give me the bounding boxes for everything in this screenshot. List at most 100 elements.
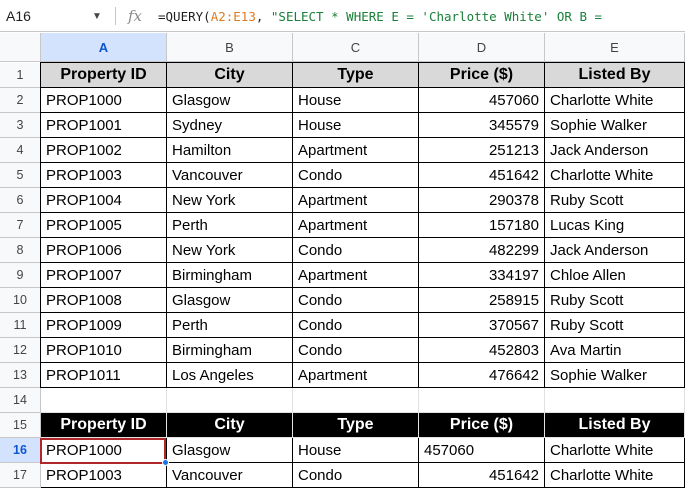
empty-cell[interactable]: [419, 388, 545, 413]
table-header-cell[interactable]: Property ID: [41, 63, 167, 88]
table-cell[interactable]: Birmingham: [167, 338, 293, 363]
query-result-cell[interactable]: PROP1000: [41, 438, 167, 463]
table-cell[interactable]: PROP1001: [41, 113, 167, 138]
table-cell[interactable]: Sophie Walker: [545, 363, 685, 388]
table-cell[interactable]: Glasgow: [167, 88, 293, 113]
table-cell[interactable]: 290378: [419, 188, 545, 213]
table-cell[interactable]: Los Angeles: [167, 363, 293, 388]
table-cell[interactable]: Vancouver: [167, 163, 293, 188]
table-header-cell[interactable]: City: [167, 63, 293, 88]
table-cell[interactable]: Glasgow: [167, 288, 293, 313]
fill-handle[interactable]: [162, 459, 169, 466]
table-cell[interactable]: Hamilton: [167, 138, 293, 163]
table-cell[interactable]: Ava Martin: [545, 338, 685, 363]
table-cell[interactable]: Ruby Scott: [545, 313, 685, 338]
row-header-17[interactable]: 17: [0, 463, 41, 488]
table-cell[interactable]: House: [293, 88, 419, 113]
table-cell[interactable]: PROP1010: [41, 338, 167, 363]
table-cell[interactable]: Sydney: [167, 113, 293, 138]
query-result-cell[interactable]: Charlotte White: [545, 438, 685, 463]
table-header-cell[interactable]: Listed By: [545, 63, 685, 88]
table-cell[interactable]: Ruby Scott: [545, 288, 685, 313]
table-cell[interactable]: PROP1006: [41, 238, 167, 263]
table-cell[interactable]: Condo: [293, 288, 419, 313]
empty-cell[interactable]: [41, 388, 167, 413]
table-cell[interactable]: 157180: [419, 213, 545, 238]
table-header-cell[interactable]: Price ($): [419, 63, 545, 88]
query-result-cell[interactable]: House: [293, 438, 419, 463]
query-result-cell[interactable]: Vancouver: [167, 463, 293, 488]
row-header-11[interactable]: 11: [0, 313, 41, 338]
table-cell[interactable]: Birmingham: [167, 263, 293, 288]
table-cell[interactable]: PROP1011: [41, 363, 167, 388]
select-all-corner[interactable]: [0, 33, 41, 62]
query-header-cell[interactable]: City: [167, 413, 293, 438]
table-cell[interactable]: Apartment: [293, 363, 419, 388]
query-result-cell[interactable]: 457060: [419, 438, 545, 463]
table-cell[interactable]: Jack Anderson: [545, 138, 685, 163]
table-cell[interactable]: Perth: [167, 313, 293, 338]
table-cell[interactable]: 451642: [419, 163, 545, 188]
table-cell[interactable]: Apartment: [293, 263, 419, 288]
table-cell[interactable]: Condo: [293, 163, 419, 188]
row-header-4[interactable]: 4: [0, 138, 41, 163]
table-cell[interactable]: Charlotte White: [545, 88, 685, 113]
table-cell[interactable]: Apartment: [293, 188, 419, 213]
table-cell[interactable]: Condo: [293, 238, 419, 263]
table-cell[interactable]: New York: [167, 188, 293, 213]
query-result-cell[interactable]: Glasgow: [167, 438, 293, 463]
table-cell[interactable]: Charlotte White: [545, 163, 685, 188]
query-result-cell[interactable]: PROP1003: [41, 463, 167, 488]
table-cell[interactable]: PROP1007: [41, 263, 167, 288]
chevron-down-icon[interactable]: ▼: [90, 0, 104, 32]
empty-cell[interactable]: [545, 388, 685, 413]
table-cell[interactable]: 457060: [419, 88, 545, 113]
table-cell[interactable]: 370567: [419, 313, 545, 338]
column-header-c[interactable]: C: [293, 33, 419, 62]
query-result-cell[interactable]: Charlotte White: [545, 463, 685, 488]
column-header-b[interactable]: B: [167, 33, 293, 62]
table-cell[interactable]: 251213: [419, 138, 545, 163]
formula-input[interactable]: =QUERY(A2:E13, "SELECT * WHERE E = 'Char…: [158, 0, 685, 32]
table-cell[interactable]: 476642: [419, 363, 545, 388]
column-header-d[interactable]: D: [419, 33, 545, 62]
row-header-5[interactable]: 5: [0, 163, 41, 188]
row-header-12[interactable]: 12: [0, 338, 41, 363]
table-cell[interactable]: PROP1000: [41, 88, 167, 113]
table-cell[interactable]: Apartment: [293, 138, 419, 163]
table-cell[interactable]: New York: [167, 238, 293, 263]
table-cell[interactable]: PROP1008: [41, 288, 167, 313]
table-cell[interactable]: Sophie Walker: [545, 113, 685, 138]
row-header-14[interactable]: 14: [0, 388, 41, 413]
row-header-2[interactable]: 2: [0, 88, 41, 113]
table-cell[interactable]: House: [293, 113, 419, 138]
table-cell[interactable]: PROP1004: [41, 188, 167, 213]
row-header-9[interactable]: 9: [0, 263, 41, 288]
table-cell[interactable]: Lucas King: [545, 213, 685, 238]
row-header-6[interactable]: 6: [0, 188, 41, 213]
query-header-cell[interactable]: Listed By: [545, 413, 685, 438]
row-header-7[interactable]: 7: [0, 213, 41, 238]
column-header-e[interactable]: E: [545, 33, 685, 62]
table-cell[interactable]: 452803: [419, 338, 545, 363]
table-cell[interactable]: Ruby Scott: [545, 188, 685, 213]
row-header-15[interactable]: 15: [0, 413, 41, 438]
table-cell[interactable]: Jack Anderson: [545, 238, 685, 263]
row-header-10[interactable]: 10: [0, 288, 41, 313]
row-header-1[interactable]: 1: [0, 63, 41, 88]
table-cell[interactable]: PROP1005: [41, 213, 167, 238]
table-cell[interactable]: PROP1009: [41, 313, 167, 338]
row-header-8[interactable]: 8: [0, 238, 41, 263]
query-header-cell[interactable]: Property ID: [41, 413, 167, 438]
empty-cell[interactable]: [167, 388, 293, 413]
table-cell[interactable]: PROP1003: [41, 163, 167, 188]
table-cell[interactable]: 345579: [419, 113, 545, 138]
table-cell[interactable]: Perth: [167, 213, 293, 238]
table-cell[interactable]: 258915: [419, 288, 545, 313]
table-cell[interactable]: Condo: [293, 338, 419, 363]
query-result-cell[interactable]: 451642: [419, 463, 545, 488]
column-header-a[interactable]: A: [41, 33, 167, 62]
row-header-16[interactable]: 16: [0, 438, 41, 463]
table-cell[interactable]: Condo: [293, 313, 419, 338]
table-cell[interactable]: PROP1002: [41, 138, 167, 163]
